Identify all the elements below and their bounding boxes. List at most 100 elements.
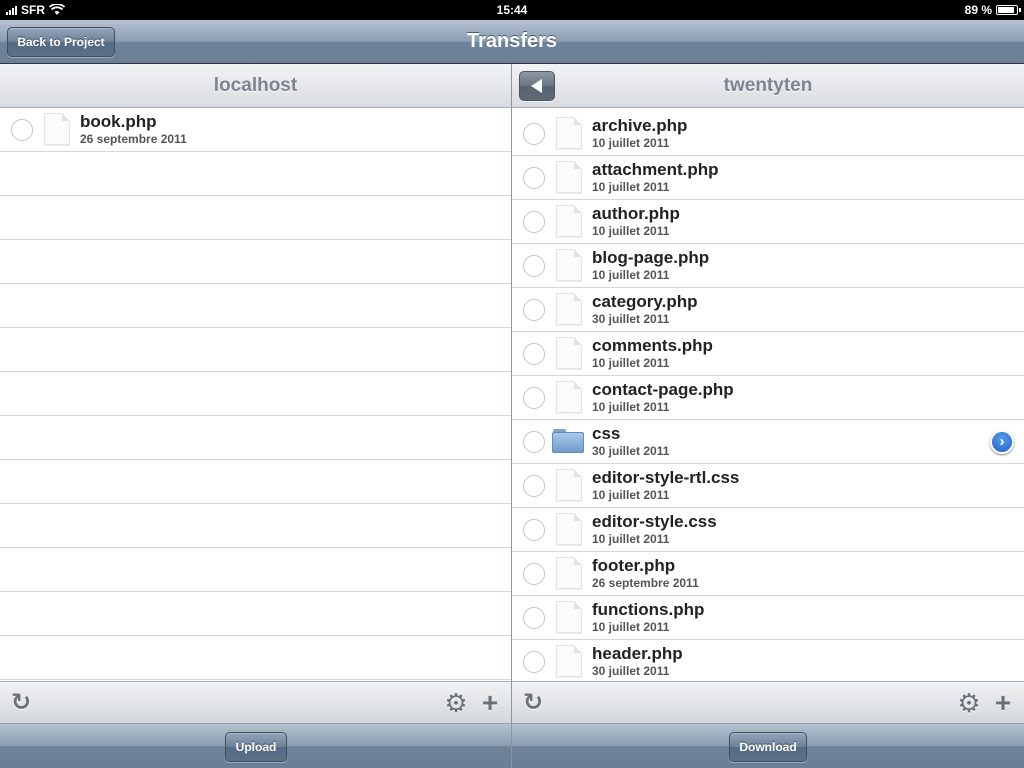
file-icon [556,293,582,325]
file-icon [556,557,582,589]
file-icon [556,601,582,633]
empty-row [0,636,511,680]
selection-radio[interactable] [523,299,545,321]
file-name: functions.php [592,600,705,619]
file-date: 30 juillet 2011 [592,312,670,326]
file-date: 10 juillet 2011 [592,356,670,370]
plus-icon[interactable]: + [990,689,1016,717]
battery-icon [996,5,1021,15]
list-item[interactable]: functions.php 10 juillet 2011 [512,596,1024,640]
list-item[interactable]: archive.php 10 juillet 2011 [512,112,1024,156]
local-pane: localhost book.php 26 septembre 2011 ↻ ⚙ … [0,64,511,768]
empty-row [0,416,511,460]
list-item[interactable]: category.php 30 juillet 2011 [512,288,1024,332]
file-date: 26 septembre 2011 [592,576,699,590]
file-icon [556,645,582,677]
selection-radio[interactable] [523,123,545,145]
remote-action-bar: Download [512,724,1024,768]
empty-row [0,284,511,328]
file-icon [556,205,582,237]
list-item[interactable]: attachment.php 10 juillet 2011 [512,156,1024,200]
gear-icon[interactable]: ⚙ [956,690,982,716]
selection-radio[interactable] [523,431,545,453]
local-file-list[interactable]: book.php 26 septembre 2011 [0,108,511,680]
selection-radio[interactable] [523,651,545,673]
file-name: blog-page.php [592,248,710,267]
file-icon [556,249,582,281]
status-bar: SFR 15:44 89 % [0,0,1024,20]
file-date: 10 juillet 2011 [592,268,670,282]
gear-icon[interactable]: ⚙ [443,690,469,716]
list-item[interactable]: css 30 juillet 2011 › [512,420,1024,464]
plus-icon[interactable]: + [477,689,503,717]
list-item[interactable]: author.php 10 juillet 2011 [512,200,1024,244]
selection-radio[interactable] [523,343,545,365]
selection-radio[interactable] [523,607,545,629]
clock: 15:44 [496,3,528,17]
battery-percent: 89 % [964,3,992,17]
empty-row [0,328,511,372]
selection-radio[interactable] [523,563,545,585]
download-button[interactable]: Download [729,732,807,762]
selection-radio[interactable] [523,519,545,541]
refresh-icon[interactable]: ↻ [8,690,34,716]
refresh-icon[interactable]: ↻ [520,690,546,716]
list-item[interactable]: editor-style.css 10 juillet 2011 [512,508,1024,552]
remote-pane: twentyten archive.php 10 juillet 2011 atta… [512,64,1024,768]
list-item[interactable]: blog-page.php 10 juillet 2011 [512,244,1024,288]
empty-row [0,504,511,548]
file-date: 10 juillet 2011 [592,136,670,150]
folder-icon [552,429,584,453]
local-action-bar: Upload [0,724,511,768]
empty-row [0,196,511,240]
file-name: attachment.php [592,160,719,179]
file-icon [556,513,582,545]
list-item[interactable]: footer.php 26 septembre 2011 [512,552,1024,596]
file-date: 30 juillet 2011 [592,664,670,678]
list-item[interactable]: comments.php 10 juillet 2011 [512,332,1024,376]
file-date: 10 juillet 2011 [592,180,670,194]
file-name: footer.php [592,556,676,575]
page-title: Transfers [466,30,558,52]
remote-toolbar: ↻ ⚙ + [512,681,1024,724]
local-toolbar: ↻ ⚙ + [0,681,511,724]
file-icon [556,469,582,501]
file-date: 30 juillet 2011 [592,444,670,458]
empty-row [0,592,511,636]
file-name: contact-page.php [592,380,734,399]
file-icon [556,337,582,369]
list-item[interactable]: book.php 26 septembre 2011 [0,108,511,152]
file-name: editor-style.css [592,512,717,531]
upload-button[interactable]: Upload [225,732,287,762]
empty-row [0,152,511,196]
list-item[interactable]: contact-page.php 10 juillet 2011 [512,376,1024,420]
selection-radio[interactable] [523,211,545,233]
empty-row [0,548,511,592]
file-date: 10 juillet 2011 [592,224,670,238]
local-pane-header: localhost [0,64,511,108]
file-date: 10 juillet 2011 [592,532,670,546]
selection-radio[interactable] [11,119,33,141]
selection-radio[interactable] [523,167,545,189]
remote-file-list[interactable]: archive.php 10 juillet 2011 attachment.php… [512,108,1024,680]
selection-radio[interactable] [523,475,545,497]
file-icon [556,117,582,149]
file-name: header.php [592,644,683,663]
file-name: archive.php [592,116,688,135]
file-name: book.php [80,112,157,131]
selection-radio[interactable] [523,255,545,277]
list-item[interactable]: editor-style-rtl.css 10 juillet 2011 [512,464,1024,508]
file-date: 10 juillet 2011 [592,400,670,414]
local-pane-title: localhost [213,75,298,96]
file-icon [44,113,70,145]
file-icon [556,161,582,193]
file-icon [556,381,582,413]
file-name: comments.php [592,336,713,355]
file-date: 26 septembre 2011 [80,132,187,146]
list-item[interactable]: header.php 30 juillet 2011 [512,640,1024,680]
selection-radio[interactable] [523,387,545,409]
file-name: css [592,424,621,443]
disclosure-arrow-icon[interactable]: › [990,430,1014,454]
empty-row [0,372,511,416]
file-date: 10 juillet 2011 [592,620,670,634]
